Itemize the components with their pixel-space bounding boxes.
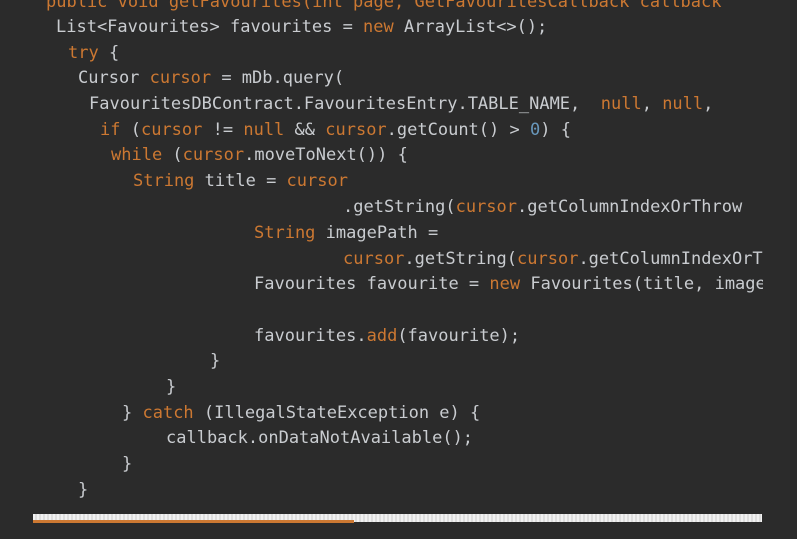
- code-token: cursor: [517, 249, 579, 269]
- code-token: cursor: [343, 249, 405, 269]
- code-token: (IllegalStateException e) {: [193, 403, 481, 423]
- code-token: cursor: [140, 120, 203, 140]
- code-line[interactable]: String imagePath =: [254, 222, 438, 244]
- code-line[interactable]: .getString(cursor.getColumnIndexOrThrow: [343, 196, 742, 218]
- code-token: FavouritesDBContract.FavouritesEntry.TAB…: [89, 94, 601, 114]
- code-token: }: [166, 377, 177, 397]
- code-token: .getColumnIndexOrThrow: [517, 197, 743, 217]
- code-token: Favourites favourite =: [254, 274, 490, 294]
- code-line[interactable]: List<Favourites> favourites = new ArrayL…: [56, 16, 547, 38]
- code-token: ) {: [540, 120, 571, 140]
- code-line[interactable]: try {: [68, 42, 119, 64]
- code-token: new: [363, 17, 394, 37]
- code-token: .getColumnIndexOrThrow: [578, 249, 763, 269]
- code-token: ,: [641, 94, 663, 114]
- code-line[interactable]: }: [78, 479, 88, 501]
- code-token: cursor: [182, 145, 245, 165]
- code-token: null: [662, 94, 704, 114]
- code-token: null: [600, 94, 642, 114]
- code-token: imagePath =: [315, 223, 439, 243]
- code-line[interactable]: favourites.add(favourite);: [254, 325, 520, 347]
- code-line[interactable]: } catch (IllegalStateException e) {: [122, 402, 480, 424]
- code-token: .getCount() >: [386, 120, 530, 140]
- code-line[interactable]: }: [210, 350, 220, 372]
- code-token: null: [243, 120, 285, 140]
- code-line[interactable]: callback.onDataNotAvailable();: [166, 427, 473, 449]
- code-token: }: [210, 351, 221, 371]
- code-token: favourites.: [254, 326, 367, 346]
- code-token: new: [489, 274, 521, 294]
- code-token: catch: [142, 403, 194, 423]
- code-token: .getString(: [343, 197, 456, 217]
- code-token: = mDb.query(: [211, 68, 345, 88]
- code-line[interactable]: cursor.getString(cursor.getColumnIndexOr…: [343, 248, 763, 270]
- code-token: (: [162, 145, 183, 165]
- code-token: &&: [284, 120, 326, 140]
- code-token: public void getFavourites(int page, GetF…: [46, 0, 722, 12]
- code-token: if: [100, 120, 121, 140]
- code-token: String: [254, 223, 316, 243]
- code-token: ArrayList<>();: [393, 17, 548, 37]
- code-token: cursor: [149, 68, 212, 88]
- code-token: Favourites(title, imagePath: [530, 274, 763, 294]
- code-line[interactable]: public void getFavourites(int page, GetF…: [46, 0, 722, 13]
- code-token: (favourite);: [397, 326, 521, 346]
- code-token: title =: [194, 171, 287, 191]
- code-token: cursor: [455, 197, 518, 217]
- code-token: add: [366, 326, 398, 346]
- code-token: !=: [202, 120, 244, 140]
- code-line[interactable]: Favourites favourite = new Favourites(ti…: [254, 273, 763, 295]
- code-line[interactable]: while (cursor.moveToNext()) {: [111, 144, 408, 166]
- code-token: .getString(: [404, 249, 518, 269]
- code-editor[interactable]: public void getFavourites(int page, GetF…: [0, 0, 763, 520]
- editor-bottom-margin: [0, 522, 797, 539]
- code-token: }: [78, 480, 89, 500]
- code-token: String: [133, 171, 195, 191]
- code-line[interactable]: }: [122, 453, 132, 475]
- code-token: }: [122, 454, 133, 474]
- code-line[interactable]: String title = cursor: [133, 170, 348, 192]
- horizontal-scrollbar[interactable]: [33, 514, 762, 523]
- code-token: ,: [703, 94, 714, 114]
- code-token: callback.onDataNotAvailable();: [166, 428, 474, 448]
- code-token: Cursor: [78, 68, 150, 88]
- code-token: cursor: [286, 171, 348, 191]
- code-line[interactable]: }: [166, 376, 176, 398]
- code-line[interactable]: if (cursor != null && cursor.getCount() …: [100, 119, 571, 141]
- code-token: cursor: [325, 120, 387, 140]
- code-token: try: [68, 43, 99, 63]
- code-token: 0: [529, 120, 541, 140]
- code-token: List<Favourites> favourites =: [56, 17, 364, 37]
- code-token: (: [120, 120, 141, 140]
- code-token: .moveToNext()) {: [244, 145, 408, 165]
- code-token: while: [111, 145, 163, 165]
- code-token: {: [98, 43, 120, 63]
- editor-right-margin: [763, 0, 797, 539]
- code-line[interactable]: Cursor cursor = mDb.query(: [78, 67, 344, 89]
- code-line[interactable]: FavouritesDBContract.FavouritesEntry.TAB…: [89, 93, 713, 115]
- code-token: }: [122, 403, 143, 423]
- scrollbar-thumb[interactable]: [33, 520, 354, 523]
